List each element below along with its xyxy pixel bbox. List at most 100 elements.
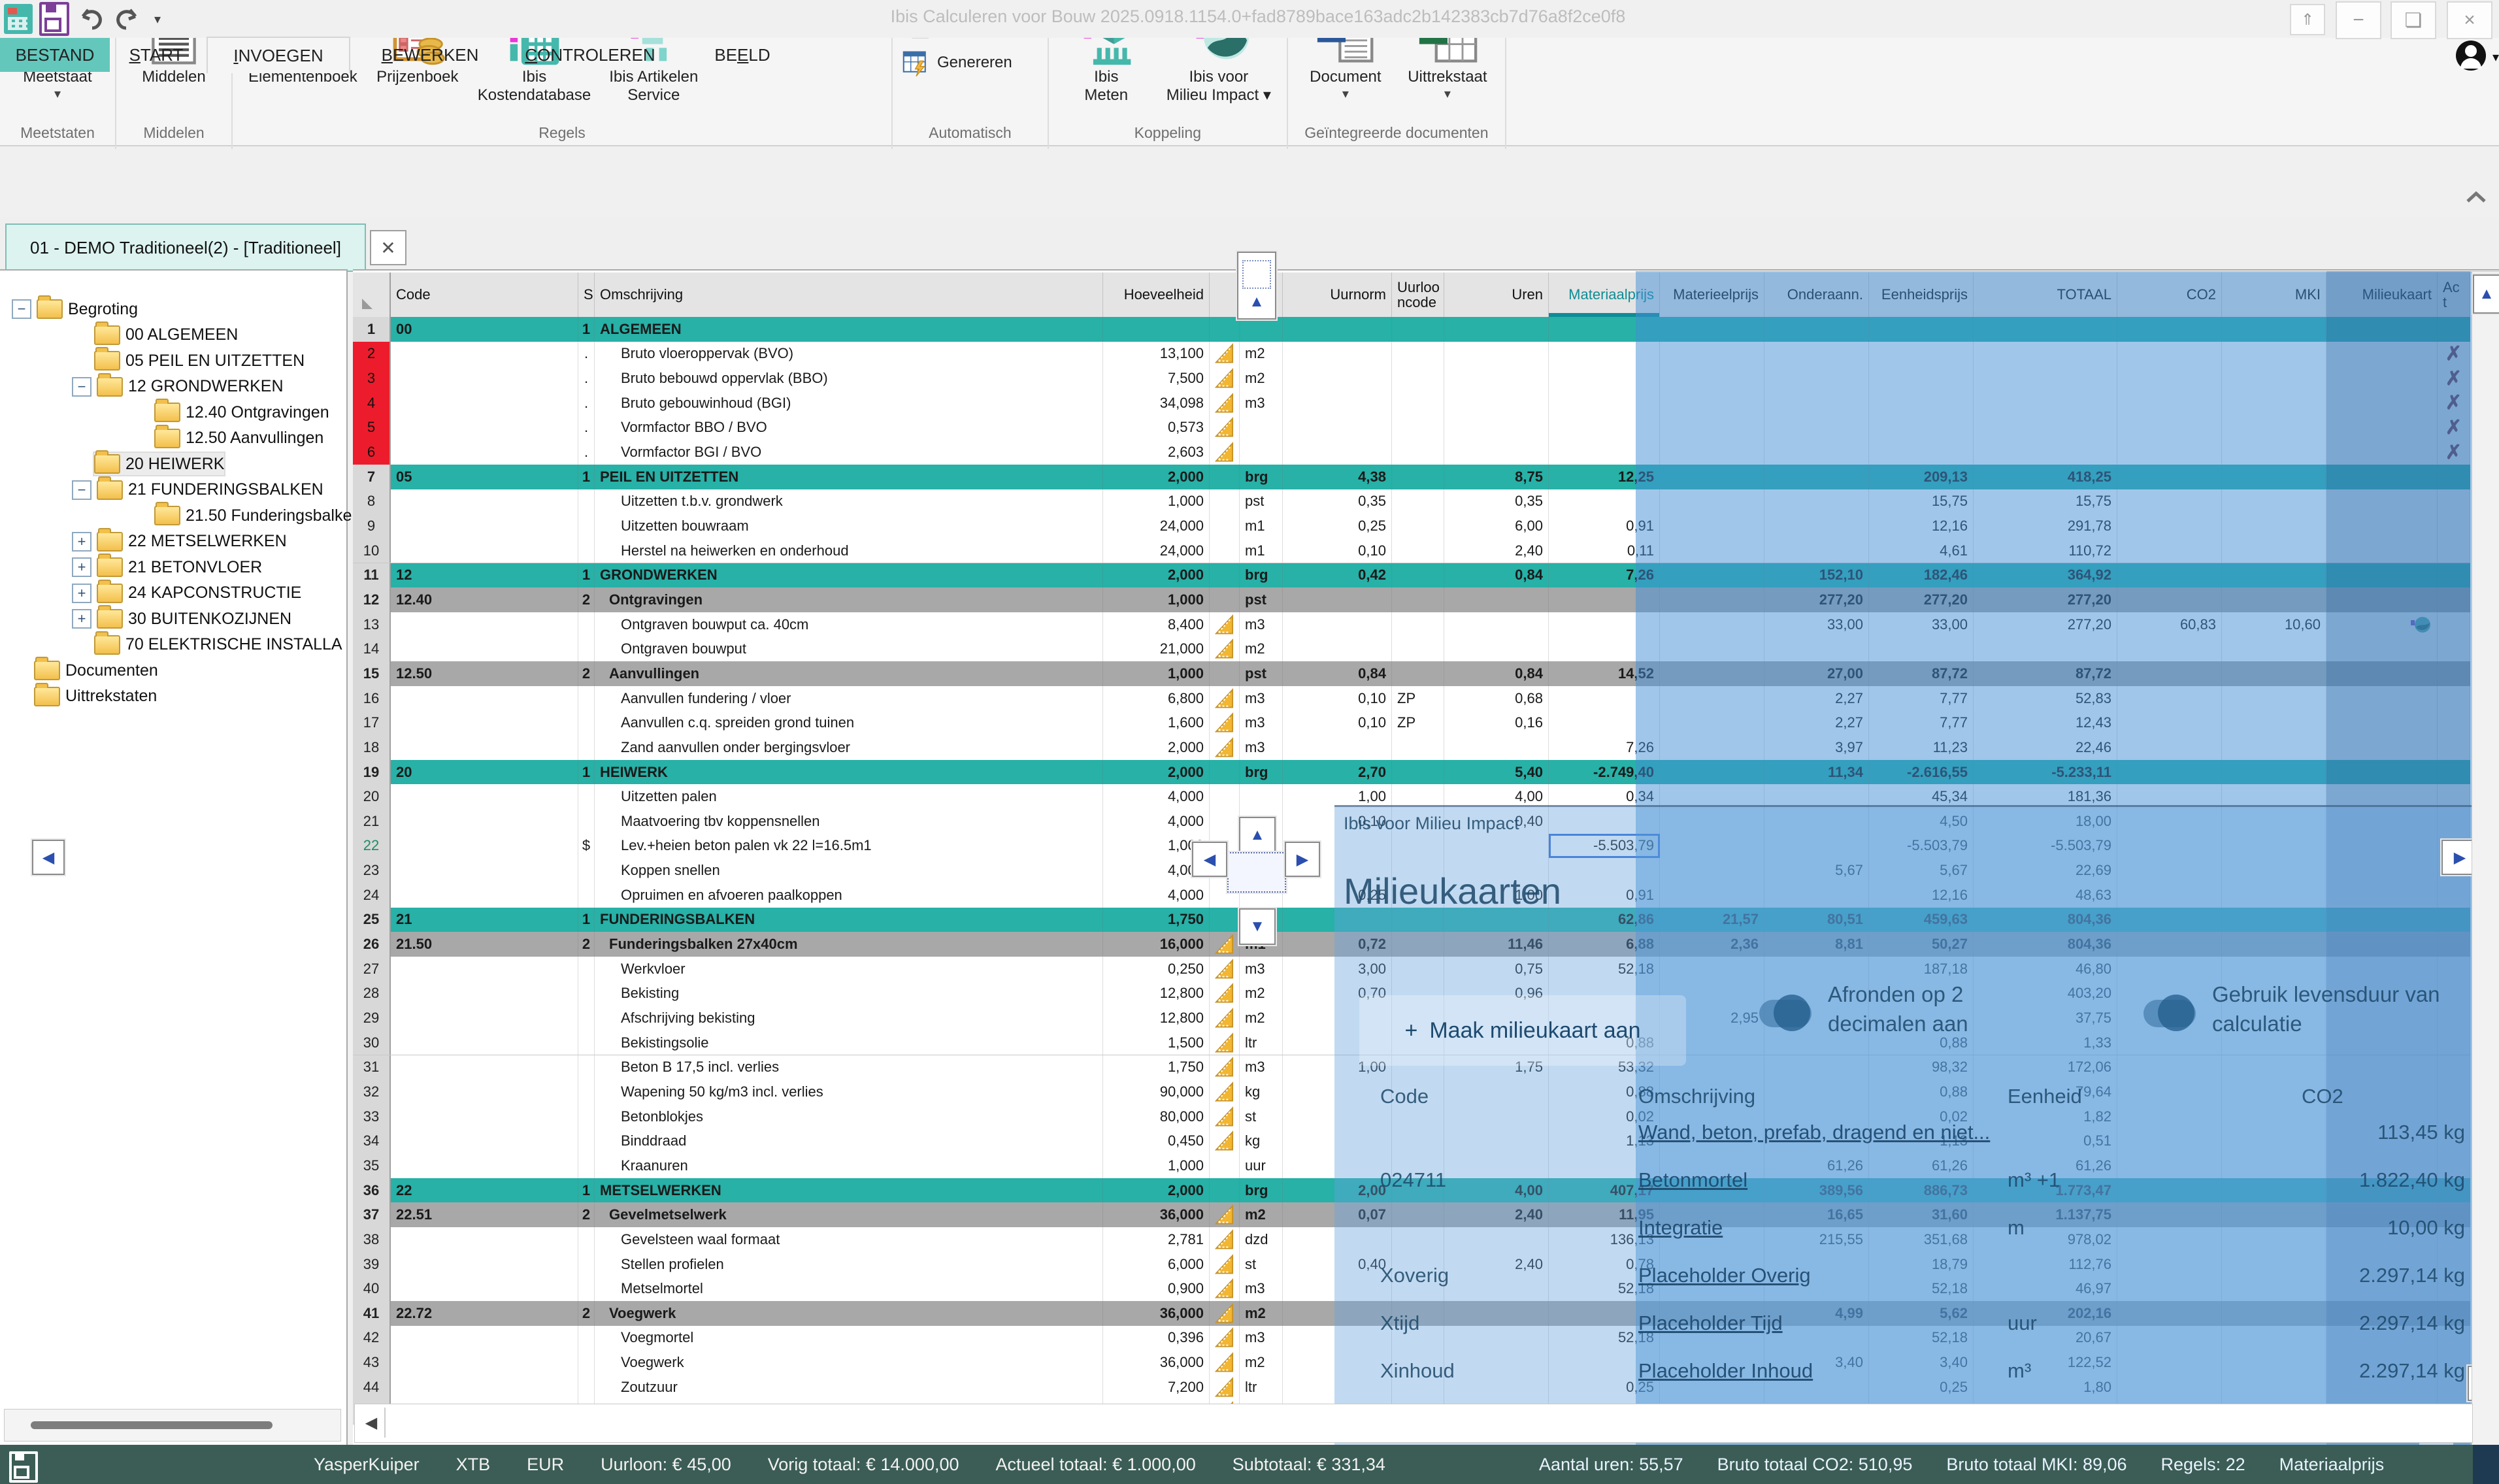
cell-ehd-row3[interactable]: m2 (1240, 366, 1283, 391)
meetstaat-icon-row41[interactable] (1210, 1301, 1240, 1326)
cell-s-row13[interactable] (578, 612, 595, 637)
cell-ehd-row7[interactable]: brg (1240, 465, 1283, 489)
cell-tt-row16[interactable]: 52,83 (1974, 686, 2117, 711)
cell-ml-row5[interactable] (1660, 416, 1764, 440)
cell-hv-row11[interactable]: 2,000 (1103, 563, 1210, 588)
cell-un-row12[interactable] (1283, 587, 1392, 612)
cell-hv-row7[interactable]: 2,000 (1103, 465, 1210, 489)
mk-link-wand-beton-prefab-dragend-en-niet-[interactable]: Wand, beton, prefab, dragend en niet... (1638, 1121, 1990, 1144)
cell-ehd-row42[interactable]: m3 (1240, 1326, 1283, 1351)
cell-oms-row10[interactable]: Herstel na heiwerken en onderhoud (595, 538, 1103, 563)
cell-uc-row10[interactable] (1392, 538, 1444, 563)
row-number-32[interactable]: 32 (353, 1080, 391, 1104)
row-number-34[interactable]: 34 (353, 1129, 391, 1153)
cell-ml-row12[interactable] (1660, 587, 1764, 612)
tree-item-20-heiwerk[interactable]: 20 HEIWERK (94, 453, 224, 475)
cell-ehd-row2[interactable]: m2 (1240, 342, 1283, 367)
cell-code-row26[interactable]: 21.50 (391, 932, 578, 957)
cell-s-row32[interactable] (578, 1080, 595, 1104)
cell-oms-row7[interactable]: PEIL EN UITZETTEN (595, 465, 1103, 489)
cell-mki-row17[interactable] (2222, 710, 2326, 735)
cell-ml-row8[interactable] (1660, 489, 1764, 514)
cell-mki-row2[interactable] (2222, 342, 2326, 367)
cell-tt-row13[interactable]: 277,20 (1974, 612, 2117, 637)
cell-mki-row8[interactable] (2222, 489, 2326, 514)
cell-ep-row15[interactable]: 87,72 (1869, 661, 1974, 686)
cell-hv-row10[interactable]: 24,000 (1103, 538, 1210, 563)
cell-hv-row15[interactable]: 1,000 (1103, 661, 1210, 686)
cell-mp-row2[interactable] (1549, 342, 1660, 367)
cell-oa-row14[interactable] (1764, 636, 1869, 661)
cell-code-row8[interactable] (391, 489, 578, 514)
cell-tt-row3[interactable] (1974, 366, 2117, 391)
cell-hv-row32[interactable]: 90,000 (1103, 1080, 1210, 1104)
cell-ehd-row19[interactable]: brg (1240, 760, 1283, 785)
cell-oms-row39[interactable]: Stellen profielen (595, 1252, 1103, 1277)
cell-s-row17[interactable] (578, 710, 595, 735)
meetstaat-icon-row42[interactable] (1210, 1326, 1240, 1351)
cell-tt-row11[interactable]: 364,92 (1974, 563, 2117, 588)
column-header-ml[interactable]: Materieelprijs (1660, 272, 1764, 317)
tab-bewerken[interactable]: BEWERKEN (376, 38, 484, 72)
row-number-5[interactable]: 5 (353, 416, 391, 440)
meetstaat-icon-row30[interactable] (1210, 1031, 1240, 1055)
cell-x-row8[interactable] (2438, 489, 2470, 514)
grid-split-right-icon[interactable]: ▶ (1285, 842, 1320, 877)
cell-hv-row35[interactable]: 1,000 (1103, 1153, 1210, 1178)
cell-oms-row22[interactable]: Lev.+heien beton palen vk 22 l=16.5m1 (595, 834, 1103, 859)
cell-s-row5[interactable]: . (578, 416, 595, 440)
cell-ep-row19[interactable]: -2.616,55 (1869, 760, 1974, 785)
cell-x-row13[interactable] (2438, 612, 2470, 637)
tree-item-21-funderingsbalken[interactable]: −21 FUNDERINGSBALKEN (72, 479, 323, 501)
cell-s-row1[interactable]: 1 (578, 317, 595, 342)
cell-hv-row36[interactable]: 2,000 (1103, 1178, 1210, 1203)
cell-oms-row38[interactable]: Gevelsteen waal formaat (595, 1227, 1103, 1252)
cell-oa-row17[interactable]: 2,27 (1764, 710, 1869, 735)
mk-link-betonmortel[interactable]: Betonmortel (1638, 1168, 1747, 1191)
restore-button[interactable]: ❏ (2391, 1, 2436, 39)
column-header-x[interactable]: Ac t (2438, 272, 2470, 317)
cell-tt-row12[interactable]: 277,20 (1974, 587, 2117, 612)
cell-ehd-row9[interactable]: m1 (1240, 514, 1283, 538)
tree-item-05-peil-en-uitzetten[interactable]: 05 PEIL EN UITZETTEN (94, 350, 305, 372)
row-number-41[interactable]: 41 (353, 1301, 391, 1326)
cell-uc-row13[interactable] (1392, 612, 1444, 637)
cell-x-row6[interactable]: ✗ (2438, 440, 2470, 465)
cell-oms-row19[interactable]: HEIWERK (595, 760, 1103, 785)
round-decimals-toggle[interactable] (1759, 1000, 1812, 1027)
cell-un-row13[interactable] (1283, 612, 1392, 637)
cell-tt-row2[interactable] (1974, 342, 2117, 367)
cell-code-row18[interactable] (391, 735, 578, 760)
cell-mp-row15[interactable]: 14,52 (1549, 661, 1660, 686)
cell-mi-row20[interactable] (1210, 784, 1240, 809)
column-header-rownum[interactable] (353, 272, 391, 317)
cell-mi-row9[interactable] (1210, 514, 1240, 538)
cell-mp-row5[interactable] (1549, 416, 1660, 440)
cell-hv-row13[interactable]: 8,400 (1103, 612, 1210, 637)
cell-ehd-row16[interactable]: m3 (1240, 686, 1283, 711)
meetstaat-icon-row26[interactable] (1210, 932, 1240, 957)
cell-co2-row14[interactable] (2117, 636, 2222, 661)
cell-hv-row9[interactable]: 24,000 (1103, 514, 1210, 538)
grid-scroll-up-widget[interactable]: ▲ (1237, 252, 1276, 320)
cell-mki-row19[interactable] (2222, 760, 2326, 785)
cell-ehd-row15[interactable]: pst (1240, 661, 1283, 686)
cell-s-row38[interactable] (578, 1227, 595, 1252)
cell-x-row7[interactable] (2438, 465, 2470, 489)
cell-ehd-row10[interactable]: m1 (1240, 538, 1283, 563)
redo-icon[interactable] (112, 4, 142, 34)
cell-mki-row14[interactable] (2222, 636, 2326, 661)
cell-s-row22[interactable]: $ (578, 834, 595, 859)
cell-uc-row1[interactable] (1392, 317, 1444, 342)
cell-mk-row7[interactable] (2326, 465, 2438, 489)
cell-ehd-row11[interactable]: brg (1240, 563, 1283, 588)
cell-mi-row7[interactable] (1210, 465, 1240, 489)
cell-s-row10[interactable] (578, 538, 595, 563)
cell-s-row33[interactable] (578, 1104, 595, 1129)
tree-item-12.50-aanvullingen[interactable]: 12.50 Aanvullingen (154, 427, 323, 450)
cell-un-row14[interactable] (1283, 636, 1392, 661)
cell-s-row29[interactable] (578, 1006, 595, 1031)
cell-ehd-row12[interactable]: pst (1240, 587, 1283, 612)
cell-tt-row14[interactable] (1974, 636, 2117, 661)
cell-oms-row4[interactable]: Bruto gebouwinhoud (BGI) (595, 391, 1103, 416)
